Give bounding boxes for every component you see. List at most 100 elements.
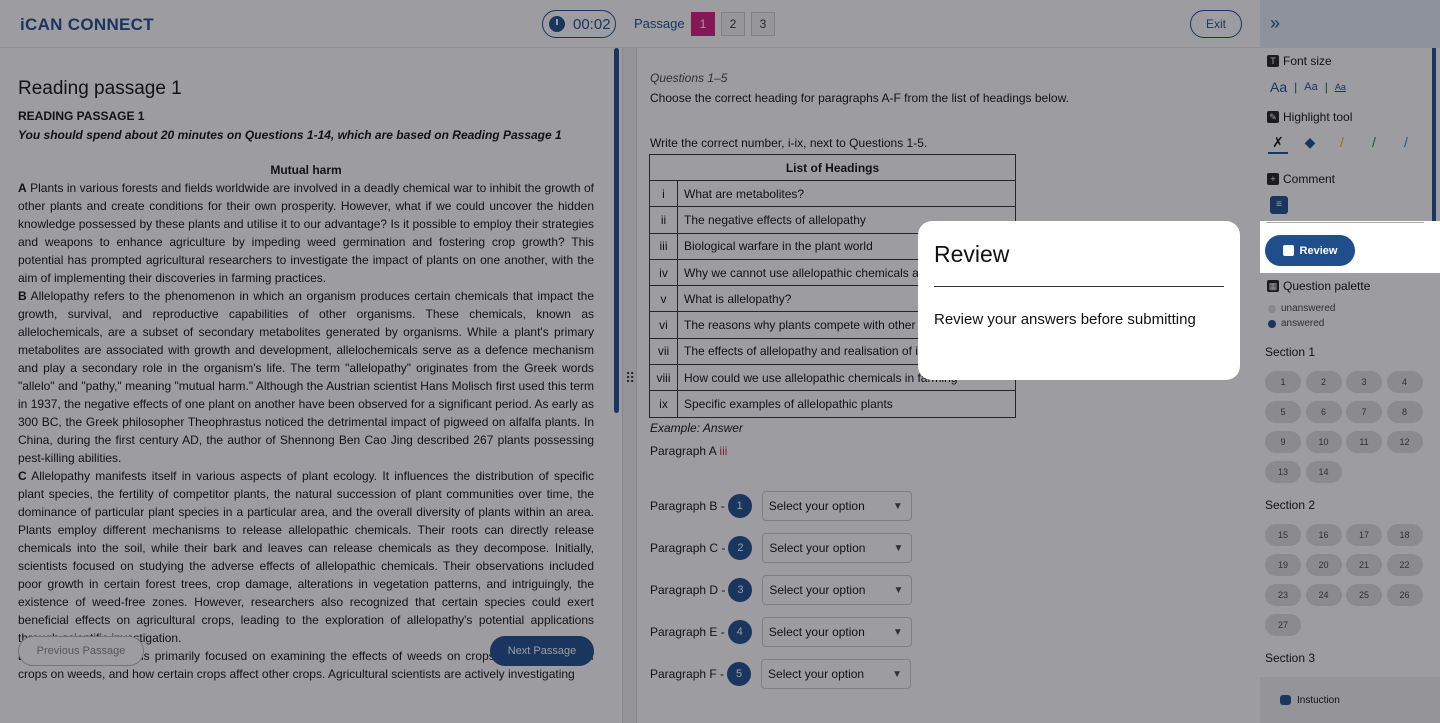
question-button[interactable]: 21: [1346, 554, 1382, 576]
question-button[interactable]: 2: [1305, 371, 1342, 393]
question-button[interactable]: 13: [1265, 461, 1301, 483]
question-button[interactable]: 4: [1386, 371, 1423, 393]
question-number-badge: 1: [727, 494, 752, 518]
example-answer: Paragraph A iii: [650, 444, 728, 458]
question-number-badge: 5: [727, 662, 752, 686]
question-button[interactable]: 9: [1265, 431, 1301, 453]
question-button[interactable]: 17: [1346, 524, 1382, 546]
question-row-2: Paragraph C -2 Select your option ▼: [650, 533, 913, 563]
question-button[interactable]: 26: [1386, 584, 1423, 606]
passage-tab-3[interactable]: 3: [751, 12, 775, 36]
panel-resize-handle[interactable]: ⠿: [622, 48, 637, 723]
question-button[interactable]: 10: [1305, 431, 1342, 453]
passage-tab-1[interactable]: 1: [691, 12, 715, 36]
question-row-4: Paragraph E -4 Select your option ▼: [650, 617, 912, 647]
font-size-small[interactable]: Aa: [1335, 82, 1346, 92]
example-label: Example: Answer: [650, 421, 743, 435]
double-chevron-right-icon: »: [1270, 13, 1281, 33]
question-row-3: Paragraph D -3 Select your option ▼: [650, 575, 913, 605]
question-number-badge: 4: [727, 620, 752, 644]
passage-label: Passage: [634, 16, 685, 31]
question-number-badge: 2: [728, 536, 753, 560]
section-2-title: Section 2: [1265, 498, 1316, 512]
next-passage-button[interactable]: Next Passage: [490, 636, 594, 666]
answer-select-5[interactable]: Select your option ▼: [761, 659, 912, 689]
answer-select-2[interactable]: Select your option ▼: [762, 533, 913, 563]
question-button[interactable]: 20: [1305, 554, 1342, 576]
question-button[interactable]: 16: [1305, 524, 1342, 546]
question-button[interactable]: 12: [1386, 431, 1423, 453]
passage-scrollbar[interactable]: [614, 48, 619, 413]
review-icon: [1282, 245, 1294, 256]
question-button[interactable]: 7: [1346, 401, 1382, 423]
chevron-down-icon: ▼: [892, 668, 903, 680]
chevron-down-icon: ▼: [893, 584, 904, 596]
timer-value: 00:02: [573, 15, 611, 33]
question-button[interactable]: 11: [1346, 431, 1382, 453]
question-button[interactable]: 8: [1386, 401, 1423, 423]
answer-select-1[interactable]: Select your option ▼: [761, 491, 912, 521]
passage-text: Mutual harm A Plants in various forests …: [18, 161, 594, 683]
answer-select-4[interactable]: Select your option ▼: [761, 617, 912, 647]
question-button[interactable]: 22: [1386, 554, 1423, 576]
previous-passage-button[interactable]: Previous Passage: [18, 636, 144, 666]
question-button[interactable]: 5: [1265, 401, 1301, 423]
spotlight-divider: [1266, 222, 1424, 223]
font-size-icon: T: [1267, 55, 1279, 67]
eraser-icon[interactable]: ◆: [1300, 134, 1320, 154]
legend-unanswered: unanswered: [1268, 303, 1335, 314]
tooltip-divider: [934, 286, 1224, 287]
font-size-options: Aa | Aa | Aa: [1270, 79, 1346, 95]
review-button[interactable]: Review: [1265, 235, 1355, 266]
question-button[interactable]: 24: [1305, 584, 1342, 606]
green-pen-icon[interactable]: /: [1364, 134, 1384, 154]
paragraph-b: B Allelopathy refers to the phenomenon i…: [18, 289, 594, 465]
instruction-link[interactable]: Instuction: [1260, 677, 1440, 723]
headings-table-title: List of Headings: [649, 154, 1016, 181]
question-button[interactable]: 18: [1386, 524, 1423, 546]
paragraph-a: A Plants in various forests and fields w…: [18, 181, 594, 285]
question-button[interactable]: 23: [1265, 584, 1301, 606]
passage-instruction: You should spend about 20 minutes on Que…: [18, 128, 562, 142]
table-row: i What are metabolites?: [649, 179, 1016, 208]
question-button[interactable]: 1: [1265, 371, 1301, 393]
passage-title: Reading passage 1: [18, 78, 182, 99]
drag-grip-icon: ⠿: [625, 370, 637, 386]
app-logo: iCAN CONNECT: [20, 15, 154, 34]
question-button[interactable]: 27: [1265, 614, 1301, 636]
sidebar-toggle[interactable]: »: [1260, 0, 1440, 48]
question-button[interactable]: 6: [1305, 401, 1342, 423]
blue-pen-icon[interactable]: /: [1396, 134, 1416, 154]
question-button[interactable]: 14: [1305, 461, 1342, 483]
article-title: Mutual harm: [270, 163, 342, 177]
question-button[interactable]: 19: [1265, 554, 1301, 576]
font-size-medium[interactable]: Aa: [1304, 81, 1317, 93]
passage-tab-2[interactable]: 2: [721, 12, 745, 36]
comment-icon[interactable]: ≡: [1270, 196, 1288, 214]
tools-sidebar: T Font size Aa | Aa | Aa ✎ Highlight tool ✗ …: [1260, 48, 1440, 723]
review-tooltip: Review Review your answers before submit…: [918, 221, 1240, 380]
question-row-5: Paragraph F -5 Select your option ▼: [650, 659, 912, 689]
unanswered-dot-icon: [1268, 304, 1276, 313]
answer-select-3[interactable]: Select your option ▼: [762, 575, 913, 605]
question-instruction: Choose the correct heading for paragraph…: [650, 91, 1069, 105]
tooltip-title: Review: [934, 241, 1010, 267]
passage-heading: READING PASSAGE 1: [18, 109, 145, 123]
clear-highlight-icon[interactable]: ✗: [1268, 134, 1288, 154]
question-button[interactable]: 3: [1346, 371, 1382, 393]
highlight-heading: ✎ Highlight tool: [1267, 110, 1352, 124]
exit-button[interactable]: Exit: [1190, 10, 1242, 38]
font-size-large[interactable]: Aa: [1270, 79, 1287, 95]
comment-heading: + Comment: [1267, 172, 1335, 186]
top-bar: iCAN CONNECT 00:02 Passage 1 2 3 Exit »: [0, 0, 1440, 48]
highlighter-icon: ✎: [1267, 111, 1279, 123]
tooltip-body: Review your answers before submitting: [934, 311, 1196, 328]
chevron-down-icon: ▼: [893, 542, 904, 554]
question-panel: Questions 1–5 Choose the correct heading…: [637, 48, 1260, 723]
question-button[interactable]: 15: [1265, 524, 1301, 546]
question-number-badge: 3: [728, 578, 753, 602]
yellow-pen-icon[interactable]: /: [1332, 134, 1352, 154]
clock-icon: [549, 16, 565, 32]
legend-answered: answered: [1268, 318, 1324, 329]
question-button[interactable]: 25: [1346, 584, 1382, 606]
